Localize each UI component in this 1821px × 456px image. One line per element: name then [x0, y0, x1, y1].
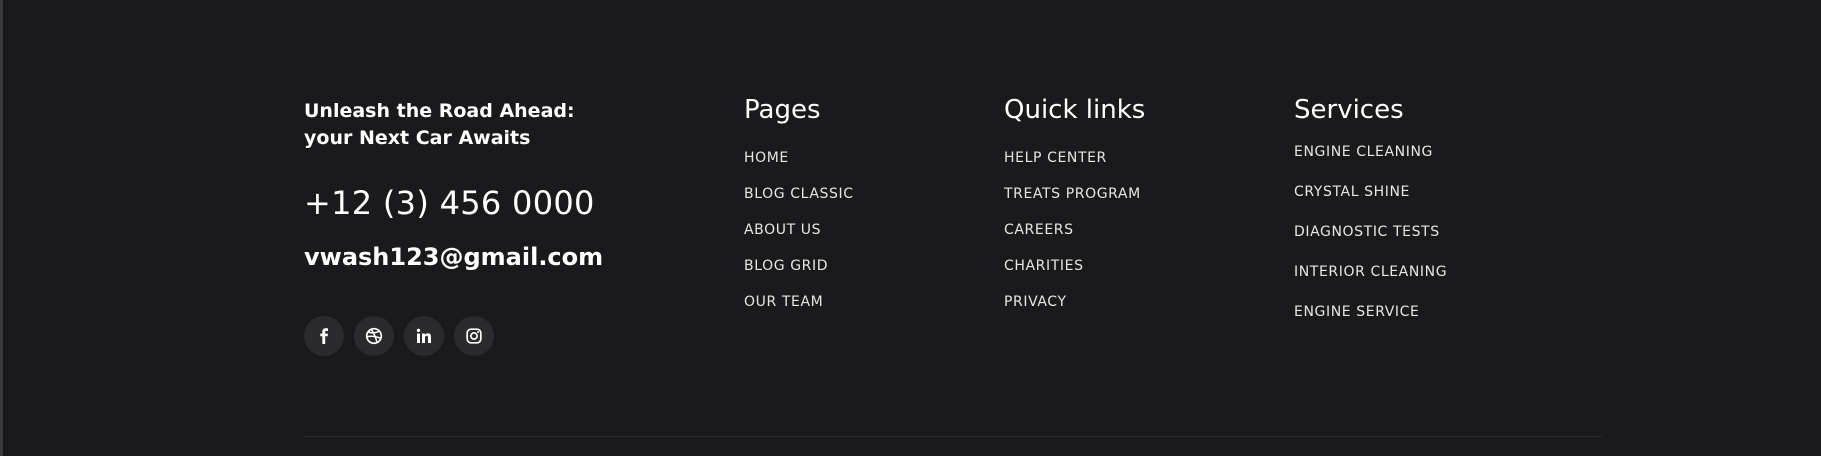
linkedin-button[interactable]: [404, 316, 444, 356]
tagline-line-2: your Next Car Awaits: [304, 127, 531, 149]
service-link-diagnostic-tests[interactable]: DIAGNOSTIC TESTS: [1294, 212, 1447, 252]
tagline-line-1: Unleash the Road Ahead:: [304, 100, 575, 122]
list-item: ENGINE SERVICE: [1294, 292, 1447, 332]
list-item: CAREERS: [1004, 212, 1145, 248]
list-item: CRYSTAL SHINE: [1294, 172, 1447, 212]
list-item: BLOG CLASSIC: [744, 176, 854, 212]
list-item: BLOG GRID: [744, 248, 854, 284]
pages-link-blog-classic[interactable]: BLOG CLASSIC: [744, 176, 854, 212]
pages-link-about-us[interactable]: ABOUT US: [744, 212, 854, 248]
pages-column: Pages HOME BLOG CLASSIC ABOUT US BLOG GR…: [744, 92, 854, 320]
facebook-button[interactable]: [304, 316, 344, 356]
footer-divider: [304, 436, 1602, 437]
dribbble-icon: [365, 327, 383, 345]
pages-link-blog-grid[interactable]: BLOG GRID: [744, 248, 854, 284]
pages-heading: Pages: [744, 95, 821, 125]
quick-links-list: HELP CENTER TREATS PROGRAM CAREERS CHARI…: [1004, 140, 1145, 320]
pages-link-our-team[interactable]: OUR TEAM: [744, 284, 854, 320]
list-item: DIAGNOSTIC TESTS: [1294, 212, 1447, 252]
services-heading: Services: [1294, 95, 1404, 125]
quick-link-treats-program[interactable]: TREATS PROGRAM: [1004, 176, 1145, 212]
footer-tagline: Unleash the Road Ahead: your Next Car Aw…: [304, 98, 604, 152]
pages-list: HOME BLOG CLASSIC ABOUT US BLOG GRID OUR…: [744, 140, 854, 320]
service-link-engine-cleaning[interactable]: ENGINE CLEANING: [1294, 132, 1447, 172]
quick-link-charities[interactable]: CHARITIES: [1004, 248, 1145, 284]
list-item: OUR TEAM: [744, 284, 854, 320]
list-item: INTERIOR CLEANING: [1294, 252, 1447, 292]
service-link-engine-service[interactable]: ENGINE SERVICE: [1294, 292, 1447, 332]
list-item: CHARITIES: [1004, 248, 1145, 284]
instagram-icon: [466, 328, 482, 344]
email-link[interactable]: vwash123@gmail.com: [304, 243, 603, 271]
pages-link-home[interactable]: HOME: [744, 140, 854, 176]
instagram-button[interactable]: [454, 316, 494, 356]
list-item: ABOUT US: [744, 212, 854, 248]
quick-link-careers[interactable]: CAREERS: [1004, 212, 1145, 248]
quick-link-help-center[interactable]: HELP CENTER: [1004, 140, 1145, 176]
phone-link[interactable]: +12 (3) 456 0000: [304, 184, 595, 222]
list-item: HOME: [744, 140, 854, 176]
list-item: ENGINE CLEANING: [1294, 132, 1447, 172]
facebook-icon: [320, 328, 328, 344]
left-edge-bar: [0, 0, 3, 456]
service-link-interior-cleaning[interactable]: INTERIOR CLEANING: [1294, 252, 1447, 292]
services-list: ENGINE CLEANING CRYSTAL SHINE DIAGNOSTIC…: [1294, 132, 1447, 332]
service-link-crystal-shine[interactable]: CRYSTAL SHINE: [1294, 172, 1447, 212]
linkedin-icon: [416, 328, 431, 343]
list-item: HELP CENTER: [1004, 140, 1145, 176]
quick-link-privacy[interactable]: PRIVACY: [1004, 284, 1145, 320]
list-item: TREATS PROGRAM: [1004, 176, 1145, 212]
quick-links-column: Quick links HELP CENTER TREATS PROGRAM C…: [1004, 92, 1145, 320]
list-item: PRIVACY: [1004, 284, 1145, 320]
quick-links-heading: Quick links: [1004, 95, 1146, 125]
social-links: [304, 316, 494, 356]
services-column: Services ENGINE CLEANING CRYSTAL SHINE D…: [1294, 92, 1447, 332]
dribbble-button[interactable]: [354, 316, 394, 356]
